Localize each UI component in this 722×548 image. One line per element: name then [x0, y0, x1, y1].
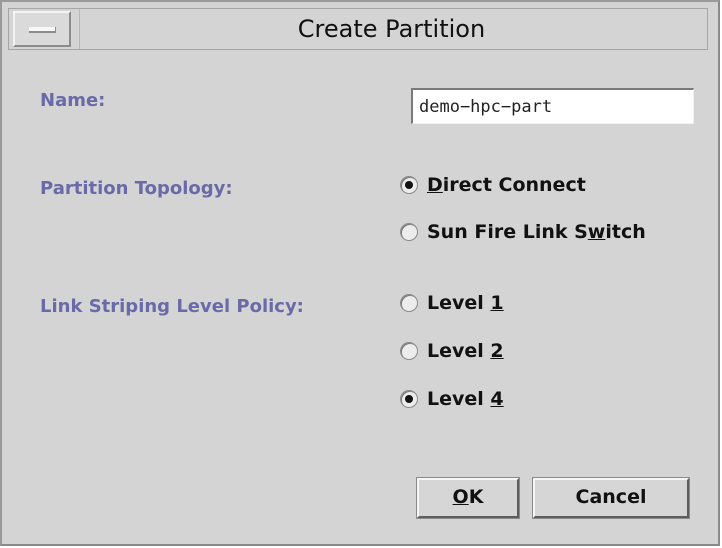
- radio-label: Level 1: [427, 292, 504, 314]
- radio-button-selected-icon[interactable]: [400, 176, 418, 194]
- radio-button-icon[interactable]: [400, 342, 418, 360]
- radio-level-2[interactable]: Level 2: [400, 340, 504, 362]
- name-label: Name:: [40, 90, 106, 111]
- name-field[interactable]: [411, 88, 694, 124]
- create-partition-dialog: Create Partition Name: Partition Topolog…: [0, 0, 720, 546]
- ok-button[interactable]: OK: [416, 477, 520, 519]
- radio-sun-fire-link-switch[interactable]: Sun Fire Link Switch: [400, 221, 646, 243]
- radio-label: Direct Connect: [427, 174, 586, 196]
- radio-label: Sun Fire Link Switch: [427, 221, 646, 243]
- radio-button-icon[interactable]: [400, 223, 418, 241]
- window-menu-icon: [29, 27, 56, 33]
- link-striping-label: Link Striping Level Policy:: [40, 296, 304, 317]
- title-bar: Create Partition: [8, 8, 708, 50]
- radio-label: Level 2: [427, 340, 504, 362]
- radio-level-4[interactable]: Level 4: [400, 388, 504, 410]
- radio-button-selected-icon[interactable]: [400, 390, 418, 408]
- window-title: Create Partition: [79, 9, 703, 49]
- radio-label: Level 4: [427, 388, 504, 410]
- radio-level-1[interactable]: Level 1: [400, 292, 504, 314]
- cancel-button[interactable]: Cancel: [532, 477, 690, 519]
- partition-topology-label: Partition Topology:: [40, 178, 233, 199]
- radio-direct-connect[interactable]: Direct Connect: [400, 174, 586, 196]
- window-menu-button[interactable]: [13, 11, 71, 47]
- radio-button-icon[interactable]: [400, 294, 418, 312]
